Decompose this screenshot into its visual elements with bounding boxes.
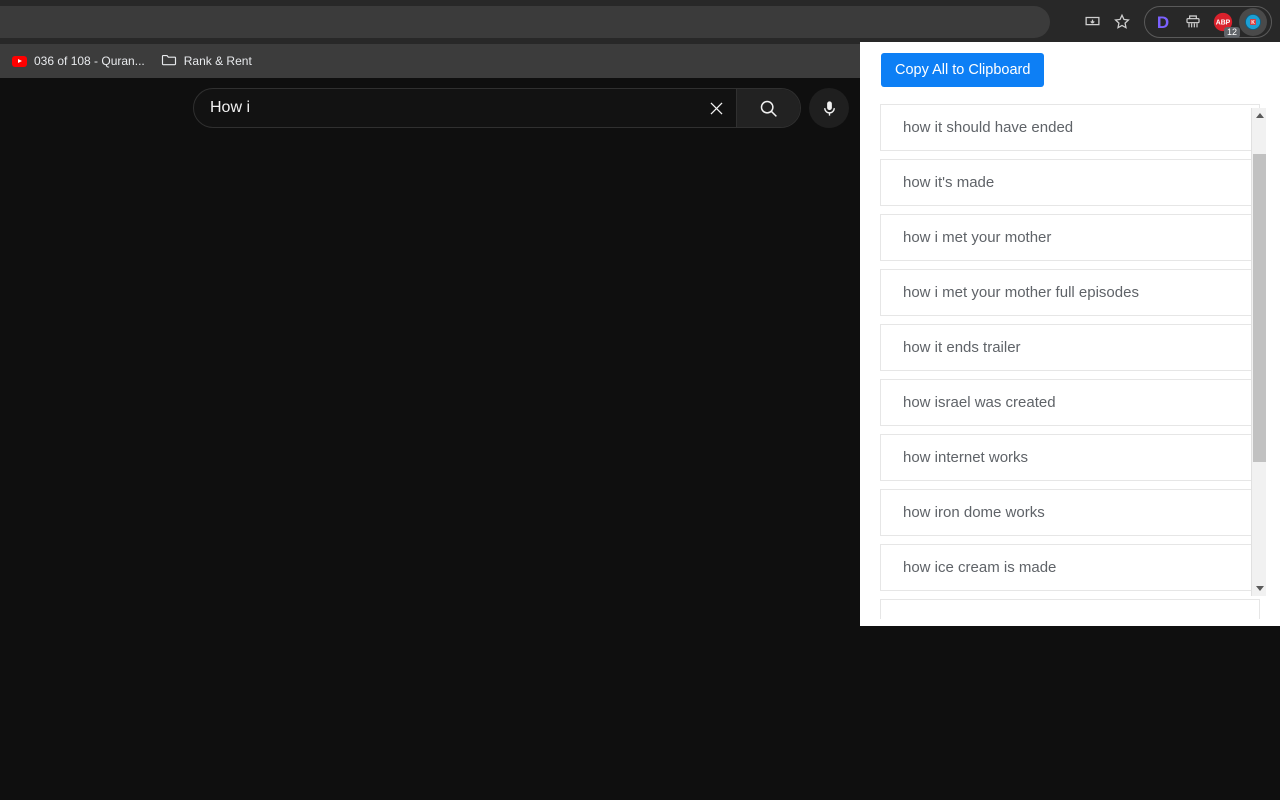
scrollbar-down-arrow-icon[interactable] — [1252, 581, 1267, 596]
keyword-row[interactable]: how ice cream is made — [880, 544, 1260, 591]
keyword-label: how i met your mother — [903, 229, 1052, 246]
youtube-search-box[interactable] — [193, 88, 801, 128]
address-bar[interactable] — [0, 6, 1050, 38]
extension-d-icon[interactable]: D — [1149, 8, 1177, 36]
keyword-row[interactable]: how it should have ended — [880, 104, 1260, 151]
clear-search-icon[interactable] — [696, 89, 736, 127]
keyword-row[interactable]: how i met your mother full episodes — [880, 269, 1260, 316]
browser-toolbar: D ABP 12 K — [0, 0, 1280, 44]
copy-all-to-clipboard-button[interactable]: Copy All to Clipboard — [881, 53, 1045, 87]
extension-d-label: D — [1156, 12, 1170, 32]
extension-badge-count: 12 — [1223, 27, 1240, 38]
keyword-row[interactable]: how it's made — [880, 159, 1260, 206]
scrollbar-up-arrow-icon[interactable] — [1252, 108, 1267, 123]
keyword-list-viewport: how it should have ended how it's made how… — [880, 104, 1280, 619]
keyword-row[interactable]: how iron dome works — [880, 489, 1260, 536]
keyword-label: how ice cream is made — [903, 559, 1057, 576]
svg-text:ABP: ABP — [1216, 19, 1231, 26]
install-app-icon[interactable] — [1078, 8, 1106, 36]
extension-shredder-icon[interactable] — [1179, 8, 1207, 36]
keyword-list: how it should have ended how it's made how… — [880, 104, 1260, 619]
extensions-pill: D ABP 12 K — [1144, 6, 1272, 38]
bookmark-label: 036 of 108 - Quran... — [34, 54, 145, 68]
bookmark-label: Rank & Rent — [183, 54, 252, 68]
keyword-label: how israel was created — [903, 394, 1056, 411]
keyword-label: how it's made — [903, 174, 995, 191]
search-submit-button[interactable] — [736, 89, 800, 127]
bookmark-item-youtube[interactable]: 036 of 108 - Quran... — [6, 49, 151, 73]
folder-icon — [161, 53, 177, 69]
bookmark-folder-rank-and-rent[interactable]: Rank & Rent — [155, 49, 258, 73]
keyword-label: how it ends trailer — [903, 339, 1021, 356]
svg-text:K: K — [1251, 20, 1255, 26]
youtube-favicon — [12, 55, 27, 67]
search-input[interactable] — [194, 89, 696, 127]
voice-search-icon[interactable] — [809, 88, 849, 128]
extension-adblock-icon[interactable]: ABP 12 — [1209, 8, 1240, 38]
scrollbar-thumb[interactable] — [1253, 154, 1266, 462]
keyword-label: how i met your mother full episodes — [903, 284, 1139, 301]
keyword-row[interactable] — [880, 599, 1260, 619]
extension-popup-panel: Copy All to Clipboard how it should have… — [860, 42, 1280, 626]
keyword-row[interactable]: how i met your mother — [880, 214, 1260, 261]
bookmark-star-icon[interactable] — [1108, 8, 1136, 36]
keyword-row[interactable]: how internet works — [880, 434, 1260, 481]
toolbar-icon-group: D ABP 12 K — [1078, 0, 1272, 44]
extension-keyword-tool-icon[interactable]: K — [1239, 8, 1267, 36]
keyword-label: how internet works — [903, 449, 1029, 466]
youtube-search-row — [0, 88, 860, 138]
keyword-row[interactable]: how israel was created — [880, 379, 1260, 426]
keyword-list-scrollbar[interactable] — [1251, 108, 1266, 596]
keyword-row[interactable]: how it ends trailer — [880, 324, 1260, 371]
keyword-label: how it should have ended — [903, 119, 1074, 136]
keyword-label: how iron dome works — [903, 504, 1045, 521]
